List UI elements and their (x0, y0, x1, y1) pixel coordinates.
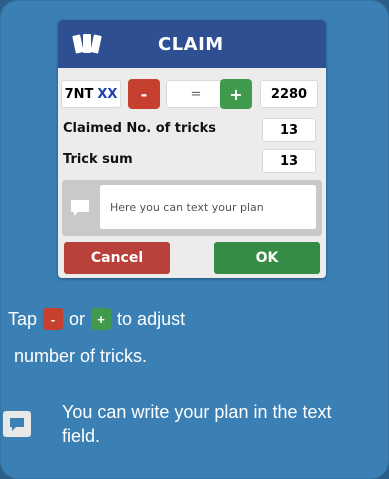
contract-row: 7NT XX - = + 2280 (58, 78, 326, 110)
plus-button[interactable]: + (220, 79, 252, 109)
help-plan-text: You can write your plan in the text fiel… (62, 402, 332, 446)
help-tap-text: Tap (8, 308, 38, 329)
contract-level: 7NT (64, 86, 94, 102)
contract-doubling: XX (97, 86, 118, 102)
chat-icon-large (3, 411, 31, 437)
plan-input[interactable] (100, 185, 316, 229)
chat-icon (71, 200, 89, 216)
dialog-title: CLAIM (158, 34, 224, 55)
claimed-label: Claimed No. of tricks (63, 121, 216, 136)
help-plus-sample: + (91, 308, 112, 330)
score-display: 2280 (260, 80, 318, 108)
dialog-header: CLAIM (58, 20, 326, 68)
help-number-line: number of tricks. (14, 346, 148, 366)
trick-sum-label: Trick sum (63, 152, 133, 167)
cancel-button[interactable]: Cancel (64, 242, 170, 274)
help-minus-sample: - (43, 308, 64, 330)
contract-display: 7NT XX (61, 80, 121, 108)
cards-icon (72, 34, 102, 54)
ok-button[interactable]: OK (214, 242, 320, 274)
help-adjust-line: Tap - or + to adjust (8, 308, 185, 330)
claim-dialog: CLAIM 7NT XX - = + 2280 Claimed No. of t… (58, 20, 326, 278)
help-adjust-text: to adjust (117, 308, 186, 329)
help-or-text: or (69, 308, 86, 329)
trick-sum-value: 13 (262, 149, 316, 173)
equal-display: = (166, 80, 226, 108)
plan-area (62, 180, 322, 236)
help-panel: CLAIM 7NT XX - = + 2280 Claimed No. of t… (0, 0, 389, 479)
claimed-value: 13 (262, 118, 316, 142)
minus-button[interactable]: - (128, 79, 160, 109)
